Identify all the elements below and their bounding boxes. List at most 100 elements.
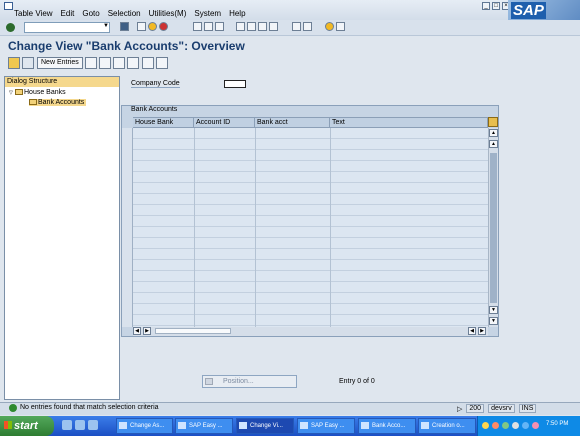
tray-icon[interactable] (532, 422, 539, 429)
menu-system[interactable]: System (194, 9, 221, 18)
window-controls: _ □ × (482, 2, 510, 10)
column-account-id[interactable]: Account ID (194, 117, 255, 128)
exit-icon[interactable] (148, 22, 157, 31)
scroll-right-icon[interactable]: ▶ (478, 327, 486, 335)
column-text[interactable]: Text (330, 117, 488, 128)
menu-table-view[interactable]: Table View (14, 9, 53, 18)
table-header: House Bank Account ID Bank acct Text (133, 117, 488, 128)
layout-menu-icon[interactable] (336, 22, 345, 31)
folder-icon (15, 89, 23, 96)
tree-item-bank-accounts[interactable]: Bank Accounts (29, 99, 87, 106)
menu-selection[interactable]: Selection (108, 9, 141, 18)
tree-label-house-banks: House Banks (24, 89, 66, 96)
find-next-icon[interactable] (215, 22, 224, 31)
vertical-scroll-thumb[interactable] (490, 153, 497, 303)
shortcut-icon[interactable] (303, 22, 312, 31)
command-history-icon[interactable]: ▼ (103, 23, 109, 31)
menu-help[interactable]: Help (229, 9, 245, 18)
maximize-button[interactable]: □ (492, 2, 500, 10)
tray-icon[interactable] (522, 422, 529, 429)
system-info-icon[interactable]: ▷ (457, 405, 462, 413)
column-separator (194, 128, 195, 327)
first-page-icon[interactable] (236, 22, 245, 31)
open-folder-icon (29, 99, 37, 106)
insert-mode: INS (518, 404, 537, 413)
undo-change-icon[interactable] (113, 57, 125, 69)
company-code-label: Company Code (131, 80, 180, 88)
windows-flag-icon (4, 421, 12, 429)
tree-item-house-banks[interactable]: ▽ House Banks (9, 89, 66, 96)
quicklaunch-media-icon[interactable] (88, 420, 98, 430)
dialog-structure-title: Dialog Structure (5, 77, 119, 87)
tray-icon[interactable] (502, 422, 509, 429)
enter-check-icon[interactable] (6, 23, 15, 32)
last-page-icon[interactable] (269, 22, 278, 31)
column-separator (330, 128, 331, 327)
toolbar-group-print (193, 22, 224, 31)
status-message[interactable]: No entries found that match selection cr… (20, 404, 159, 411)
next-page-icon[interactable] (258, 22, 267, 31)
success-icon (9, 404, 17, 412)
toolbar-group-nav (120, 22, 168, 31)
print-icon[interactable] (193, 22, 202, 31)
table-settings-icon[interactable] (488, 117, 498, 127)
scroll-left-icon[interactable]: ◀ (133, 327, 141, 335)
folder-window-icon (361, 422, 369, 429)
select-all-icon[interactable] (127, 57, 139, 69)
column-separator (255, 128, 256, 327)
select-block-icon[interactable] (142, 57, 154, 69)
server-name: devsrv (488, 404, 515, 413)
horizontal-scrollbar[interactable]: ◀ ▶ ◀ ▶ (133, 327, 488, 336)
scroll-top-icon[interactable]: ▲ (489, 129, 498, 137)
column-house-bank[interactable]: House Bank (133, 117, 194, 128)
page-title: Change View "Bank Accounts": Overview (8, 39, 245, 53)
menu-utilities[interactable]: Utilities(M) (149, 9, 187, 18)
back-icon[interactable] (137, 22, 146, 31)
quicklaunch-desktop-icon[interactable] (75, 420, 85, 430)
deselect-all-icon[interactable] (156, 57, 168, 69)
tree-label-bank-accounts: Bank Accounts (38, 99, 85, 106)
display-change-icon[interactable] (8, 57, 20, 69)
scroll-right-step-icon[interactable]: ◀ (468, 327, 476, 335)
status-info: ▷ 200 devsrv INS (457, 404, 537, 413)
taskbar-clock: 7:50 PM (546, 421, 569, 427)
tray-icon[interactable] (482, 422, 489, 429)
help-icon[interactable] (325, 22, 334, 31)
new-session-icon[interactable] (292, 22, 301, 31)
sap-window-icon (178, 422, 186, 429)
copy-as-icon[interactable] (85, 57, 97, 69)
app-menu-icon[interactable] (4, 2, 13, 10)
delete-icon[interactable] (99, 57, 111, 69)
find-icon[interactable] (204, 22, 213, 31)
dialog-structure-panel: Dialog Structure ▽ House Banks Bank Accou… (4, 76, 120, 400)
vertical-scrollbar[interactable]: ▲ ▲ ▼ ▼ (488, 128, 498, 327)
horizontal-scroll-thumb[interactable] (155, 328, 231, 334)
cancel-icon[interactable] (159, 22, 168, 31)
column-bank-acct[interactable]: Bank acct (255, 117, 330, 128)
company-code-field[interactable] (224, 80, 246, 88)
table-rows[interactable] (133, 128, 488, 327)
new-entries-button[interactable]: New Entries (37, 57, 83, 69)
sap-window-icon (119, 422, 127, 429)
command-field[interactable] (24, 22, 110, 33)
toolbar-group-session (292, 22, 312, 31)
scroll-down-icon[interactable]: ▼ (489, 306, 498, 314)
menu-goto[interactable]: Goto (82, 9, 99, 18)
position-button[interactable]: Position... (202, 375, 297, 388)
document-window-icon (421, 422, 429, 429)
entry-count: Entry 0 of 0 (339, 378, 375, 385)
scroll-bottom-icon[interactable]: ▼ (489, 317, 498, 325)
quicklaunch-ie-icon[interactable] (62, 420, 72, 430)
save-icon[interactable] (120, 22, 129, 31)
position-icon (205, 378, 213, 385)
row-selector-column[interactable] (122, 128, 133, 327)
minimize-button[interactable]: _ (482, 2, 490, 10)
scroll-left-step-icon[interactable]: ▶ (143, 327, 151, 335)
menu-edit[interactable]: Edit (61, 9, 75, 18)
scroll-up-icon[interactable]: ▲ (489, 140, 498, 148)
details-icon[interactable] (22, 57, 34, 69)
tray-icon[interactable] (512, 422, 519, 429)
previous-page-icon[interactable] (247, 22, 256, 31)
client-number: 200 (466, 404, 485, 413)
tray-icon[interactable] (492, 422, 499, 429)
